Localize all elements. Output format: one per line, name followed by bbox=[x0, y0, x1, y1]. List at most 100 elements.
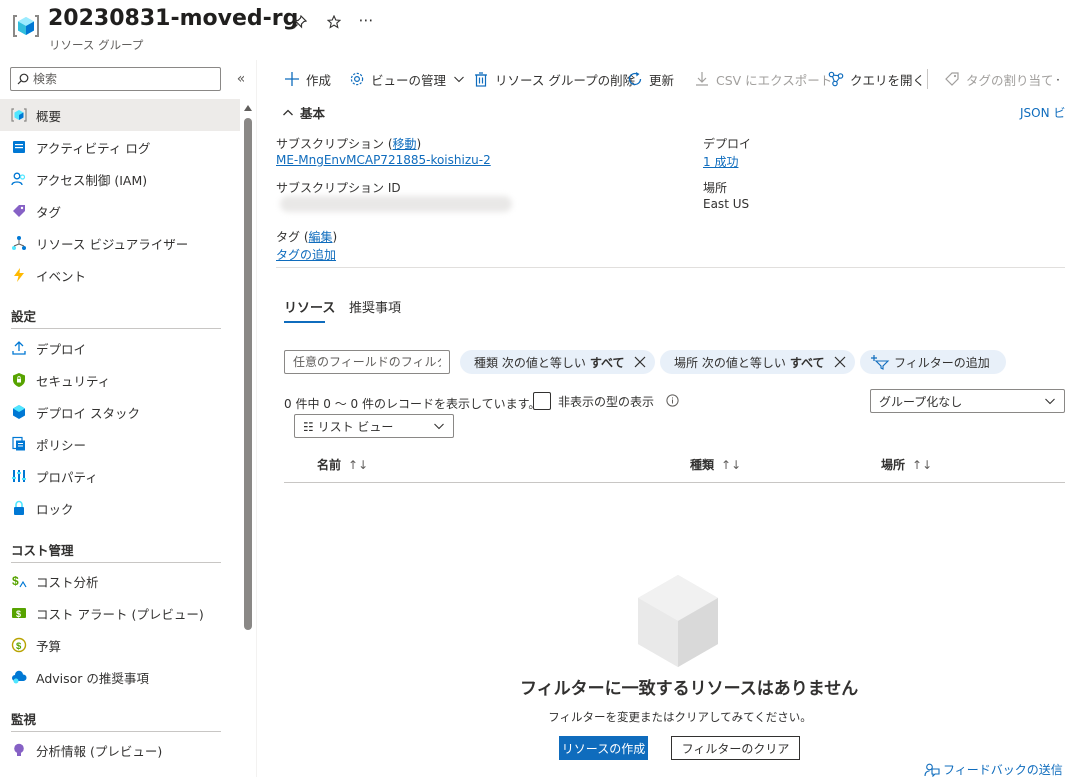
refresh-button[interactable]: 更新 bbox=[627, 68, 674, 90]
trash-icon bbox=[475, 72, 487, 87]
table-header-divider bbox=[284, 482, 1065, 483]
clear-filters-button[interactable]: フィルターのクリア bbox=[671, 736, 800, 760]
remove-filter-close-icon[interactable] bbox=[633, 355, 647, 369]
sidebar-scroll-thumb[interactable] bbox=[244, 118, 252, 630]
cost-alert-icon: $ bbox=[12, 608, 26, 619]
sidebar-search[interactable] bbox=[10, 67, 221, 91]
sidebar-item-label: 概要 bbox=[36, 108, 62, 124]
sidebar-item-properties[interactable]: プロパティ bbox=[0, 460, 240, 492]
add-filter-button[interactable]: フィルターの追加 bbox=[860, 350, 1006, 374]
sidebar-item-advisor[interactable]: Advisor の推奨事項 bbox=[0, 661, 240, 693]
sidebar-item-budget[interactable]: $ 予算 bbox=[0, 629, 240, 661]
sidebar-item-label: コスト分析 bbox=[36, 574, 99, 590]
sort-arrows-icon: ↑↓ bbox=[721, 457, 742, 472]
collapse-sidebar-icon[interactable]: « bbox=[233, 69, 249, 89]
chevron-up-icon bbox=[283, 109, 293, 115]
manage-view-button[interactable]: ビューの管理 bbox=[349, 68, 465, 90]
budget-coin-icon: $ bbox=[11, 637, 27, 653]
chevron-down-icon bbox=[454, 76, 464, 83]
tab-recommendations[interactable]: 推奨事項 bbox=[349, 297, 401, 316]
tab-resources[interactable]: リソース bbox=[284, 297, 335, 316]
svg-text:$: $ bbox=[16, 641, 22, 652]
chevron-down-icon bbox=[434, 423, 444, 430]
lightning-icon bbox=[14, 268, 24, 282]
sidebar-item-deploy[interactable]: デプロイ bbox=[0, 332, 240, 364]
deploy-label: デプロイ bbox=[703, 137, 752, 151]
sidebar-item-label: Advisor の推奨事項 bbox=[36, 670, 149, 686]
sort-arrows-icon: ↑↓ bbox=[348, 457, 369, 472]
sidebar-item-label: タグ bbox=[36, 204, 62, 220]
toolbar-more[interactable]: · bbox=[1056, 68, 1060, 90]
sidebar-item-label: アクティビティ ログ bbox=[36, 140, 151, 156]
advisor-cloud-icon bbox=[12, 670, 27, 684]
scroll-up-arrow-icon[interactable] bbox=[243, 103, 253, 113]
essentials-toggle[interactable]: 基本 bbox=[282, 103, 325, 122]
sidebar-item-label: コスト アラート (プレビュー) bbox=[36, 606, 204, 622]
add-tags-link[interactable]: タグの追加 bbox=[276, 246, 336, 263]
search-input[interactable] bbox=[33, 72, 203, 86]
cube-stack-icon bbox=[13, 405, 25, 419]
info-icon[interactable] bbox=[666, 394, 679, 407]
create-button[interactable]: 作成 bbox=[284, 68, 331, 90]
delete-resource-group-button[interactable]: リソース グループの削除 bbox=[473, 68, 635, 90]
column-header-type[interactable]: 種類 ↑↓ bbox=[690, 456, 741, 473]
sidebar-item-label: リソース ビジュアライザー bbox=[36, 236, 189, 252]
activity-log-icon bbox=[13, 141, 25, 153]
sidebar-item-overview[interactable]: 概要 bbox=[0, 99, 240, 131]
subscription-move-link[interactable]: 移動 bbox=[393, 137, 417, 151]
filter-pill-location[interactable]: 場所 次の値と等しい すべて bbox=[660, 350, 855, 374]
filter-pill-type[interactable]: 種類 次の値と等しい すべて bbox=[460, 350, 655, 374]
field-filter-input[interactable] bbox=[284, 350, 450, 374]
assign-tags-button[interactable]: タグの割り当て bbox=[944, 68, 1054, 90]
tags-edit-link[interactable]: 編集 bbox=[309, 230, 333, 244]
sidebar-item-policy[interactable]: ポリシー bbox=[0, 428, 240, 460]
sidebar-item-label: プロパティ bbox=[36, 469, 98, 485]
sidebar-item-tags[interactable]: タグ bbox=[0, 195, 240, 227]
svg-text:$: $ bbox=[12, 574, 19, 588]
deploy-value-link[interactable]: 1 成功 bbox=[703, 153, 738, 170]
sidebar-item-label: セキュリティ bbox=[36, 373, 111, 389]
chevron-down-icon bbox=[1045, 398, 1055, 405]
export-csv-button[interactable]: CSV にエクスポート bbox=[694, 68, 832, 90]
favorite-star-icon[interactable] bbox=[324, 12, 344, 32]
send-feedback-link[interactable]: フィードバックの送信 bbox=[924, 761, 1063, 777]
grouping-dropdown[interactable]: グループ化なし bbox=[870, 389, 1065, 413]
sidebar-item-resource-visualizer[interactable]: リソース ビジュアライザー bbox=[0, 227, 240, 259]
create-resource-button[interactable]: リソースの作成 bbox=[559, 736, 648, 760]
section-divider bbox=[11, 328, 221, 329]
sidebar-item-label: 予算 bbox=[36, 638, 62, 654]
upload-icon bbox=[12, 341, 26, 355]
resource-group-icon bbox=[12, 12, 40, 40]
sidebar-item-events[interactable]: イベント bbox=[0, 259, 240, 291]
show-hidden-types-label: 非表示の型の表示 bbox=[558, 395, 655, 409]
sidebar-item-label: 分析情報 (プレビュー) bbox=[36, 743, 163, 759]
essentials-divider bbox=[276, 267, 1065, 268]
sidebar-section-cost: コスト管理 bbox=[11, 543, 74, 558]
sort-arrows-icon: ↑↓ bbox=[912, 457, 933, 472]
sidebar-item-lock[interactable]: ロック bbox=[0, 492, 240, 524]
people-icon bbox=[11, 172, 26, 186]
feedback-icon bbox=[924, 763, 940, 777]
remove-filter-close-icon[interactable] bbox=[833, 355, 847, 369]
pin-icon[interactable] bbox=[290, 12, 310, 32]
show-hidden-types-checkbox[interactable] bbox=[533, 392, 551, 410]
column-header-name[interactable]: 名前 ↑↓ bbox=[317, 456, 368, 473]
sidebar-item-cost-alerts[interactable]: $ コスト アラート (プレビュー) bbox=[0, 597, 240, 629]
more-options-icon[interactable]: ⋯ bbox=[356, 10, 376, 30]
sidebar-item-cost-analysis[interactable]: $ コスト分析 bbox=[0, 565, 240, 597]
view-mode-dropdown[interactable]: ☷ リスト ビュー bbox=[294, 414, 454, 438]
sidebar-section-settings: 設定 bbox=[11, 309, 37, 324]
json-view-link[interactable]: JSON ビ bbox=[1020, 104, 1065, 121]
subscription-value-link[interactable]: ME-MngEnvMCAP721885-koishizu-2 bbox=[276, 153, 491, 167]
sidebar-item-insights[interactable]: 分析情報 (プレビュー) bbox=[0, 734, 240, 766]
sidebar-item-iam[interactable]: アクセス制御 (IAM) bbox=[0, 163, 240, 195]
column-header-location[interactable]: 場所 ↑↓ bbox=[881, 456, 932, 473]
empty-state-subtitle: フィルターを変更またはクリアしてみてください。 bbox=[548, 710, 812, 724]
sidebar-item-deploy-stack[interactable]: デプロイ スタック bbox=[0, 396, 240, 428]
subscription-id-label: サブスクリプション ID bbox=[276, 181, 401, 195]
sidebar-item-security[interactable]: セキュリティ bbox=[0, 364, 240, 396]
sidebar-item-label: ポリシー bbox=[36, 437, 87, 453]
open-query-button[interactable]: クエリを開く bbox=[828, 68, 925, 90]
sidebar-item-activity-log[interactable]: アクティビティ ログ bbox=[0, 131, 240, 163]
svg-text:$: $ bbox=[16, 609, 21, 619]
